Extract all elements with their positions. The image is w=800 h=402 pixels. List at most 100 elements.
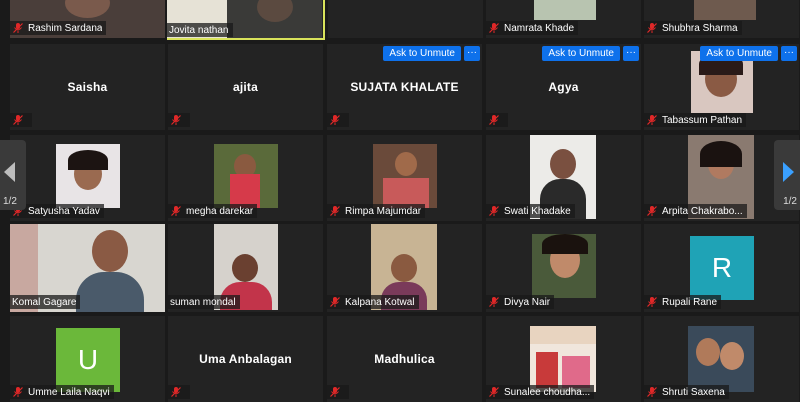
mic-muted-icon [171,387,181,397]
mic-muted-icon [13,23,23,33]
name-label: Kalpana Kotwal [327,295,419,309]
participant-display-name: Saisha [67,80,108,94]
participant-video [227,0,322,38]
participant-tile[interactable]: Shruti Saxena [644,316,799,402]
participant-tile[interactable]: Saisha [10,44,165,130]
participant-name: Divya Nair [504,296,551,308]
mic-muted-icon [489,206,499,216]
participant-video [532,234,596,298]
participant-tile[interactable]: Rashim Sardana [10,0,165,38]
participant-avatar: R [690,236,754,300]
participant-video [534,0,596,20]
chevron-right-icon [783,162,794,182]
participant-name: Rimpa Majumdar [345,205,422,217]
participant-tile[interactable]: Ask to Unmute ··· Tabassum Pathan [644,44,799,130]
mic-muted-icon [330,387,340,397]
name-label: Jovita nathan [167,23,233,37]
participant-video [694,0,756,20]
name-label: Shruti Saxena [644,385,729,399]
participant-name: Swati Khadake [504,205,571,217]
name-label: Swati Khadake [486,204,575,218]
more-options-button[interactable]: ··· [623,46,639,61]
mic-muted-icon [647,23,657,33]
participant-tile[interactable]: Jovita nathan [167,0,325,40]
name-label: Rimpa Majumdar [327,204,426,218]
name-label: Rupali Rane [644,295,722,309]
name-label: Namrata Khade [486,21,579,35]
name-label: Divya Nair [486,295,555,309]
participant-tile[interactable]: ajita [168,44,323,130]
page-indicator-left: 1/2 [3,196,17,207]
participant-video [688,326,754,392]
participant-tile[interactable]: suman mondal [168,224,323,312]
participant-tile[interactable]: megha darekar [168,135,323,221]
participant-avatar: U [56,328,120,392]
name-label: Rashim Sardana [10,21,107,35]
name-label [327,113,349,127]
participant-tile[interactable]: SUJATA KHALATE Ask to Unmute ··· [327,44,482,130]
participant-tile[interactable]: Madhulica [327,316,482,402]
participant-video [373,144,437,208]
participant-name: Shubhra Sharma [662,22,738,34]
participant-name: Namrata Khade [504,22,575,34]
participant-name: Rupali Rane [662,296,718,308]
participant-name: Satyusha Yadav [28,205,100,217]
name-label: Shubhra Sharma [644,21,742,35]
participant-name: Jovita nathan [169,24,229,36]
mic-muted-icon [647,206,657,216]
name-label [168,385,190,399]
page-indicator-right: 1/2 [783,196,797,207]
name-label: megha darekar [168,204,258,218]
participant-name: Arpita Chakrabo... [662,205,743,217]
ask-to-unmute-button[interactable]: Ask to Unmute [383,46,461,61]
mic-muted-icon [647,297,657,307]
ask-to-unmute-button[interactable]: Ask to Unmute [700,46,778,61]
participant-tile[interactable]: Satyusha Yadav [10,135,165,221]
mic-muted-icon [13,115,23,125]
participant-name: Rashim Sardana [28,22,103,34]
participant-tile[interactable]: Namrata Khade [486,0,641,38]
participant-tile[interactable]: Kalpana Kotwal [327,224,482,312]
mic-muted-icon [489,387,499,397]
more-options-button[interactable]: ··· [464,46,480,61]
participant-tile[interactable]: Sunalee choudha... [486,316,641,402]
participant-tile[interactable]: Agya Ask to Unmute ··· [486,44,641,130]
participant-tile[interactable]: Uma Anbalagan [168,316,323,402]
participant-name: Tabassum Pathan [662,114,743,126]
participant-tile[interactable]: Shubhra Sharma [644,0,799,38]
participant-name: megha darekar [186,205,254,217]
participant-display-name: Agya [548,80,579,94]
mic-muted-icon [647,115,657,125]
name-label: Umme Laila Naqvi [10,385,114,399]
participant-display-name: Madhulica [374,352,435,366]
mic-muted-icon [13,387,23,397]
participant-video [214,144,278,208]
participant-name: Shruti Saxena [662,386,725,398]
ask-to-unmute-button[interactable]: Ask to Unmute [542,46,620,61]
participant-tile[interactable]: Rimpa Majumdar [327,135,482,221]
participant-tile[interactable]: Divya Nair [486,224,641,312]
participant-tile[interactable] [328,0,483,38]
mic-muted-icon [171,115,181,125]
participant-tile[interactable]: Swati Khadake [486,135,641,221]
mic-muted-icon [330,115,340,125]
name-label [327,385,349,399]
participant-name: suman mondal [170,296,236,308]
mic-muted-icon [330,297,340,307]
name-label [10,113,32,127]
participant-video [56,144,120,208]
name-label: Tabassum Pathan [644,113,747,127]
participant-display-name: Uma Anbalagan [199,352,292,366]
mic-muted-icon [489,115,499,125]
participant-name: Komal Gagare [12,296,77,308]
participant-tile[interactable]: Komal Gagare [10,224,165,312]
mic-muted-icon [171,206,181,216]
participant-tile[interactable]: U Umme Laila Naqvi [10,316,165,402]
mic-muted-icon [647,387,657,397]
participant-tile[interactable]: R Rupali Rane [644,224,799,312]
name-label: Sunalee choudha... [486,385,595,399]
more-options-button[interactable]: ··· [781,46,797,61]
participant-name: Kalpana Kotwal [345,296,415,308]
name-label [168,113,190,127]
participant-display-name: ajita [232,80,258,94]
